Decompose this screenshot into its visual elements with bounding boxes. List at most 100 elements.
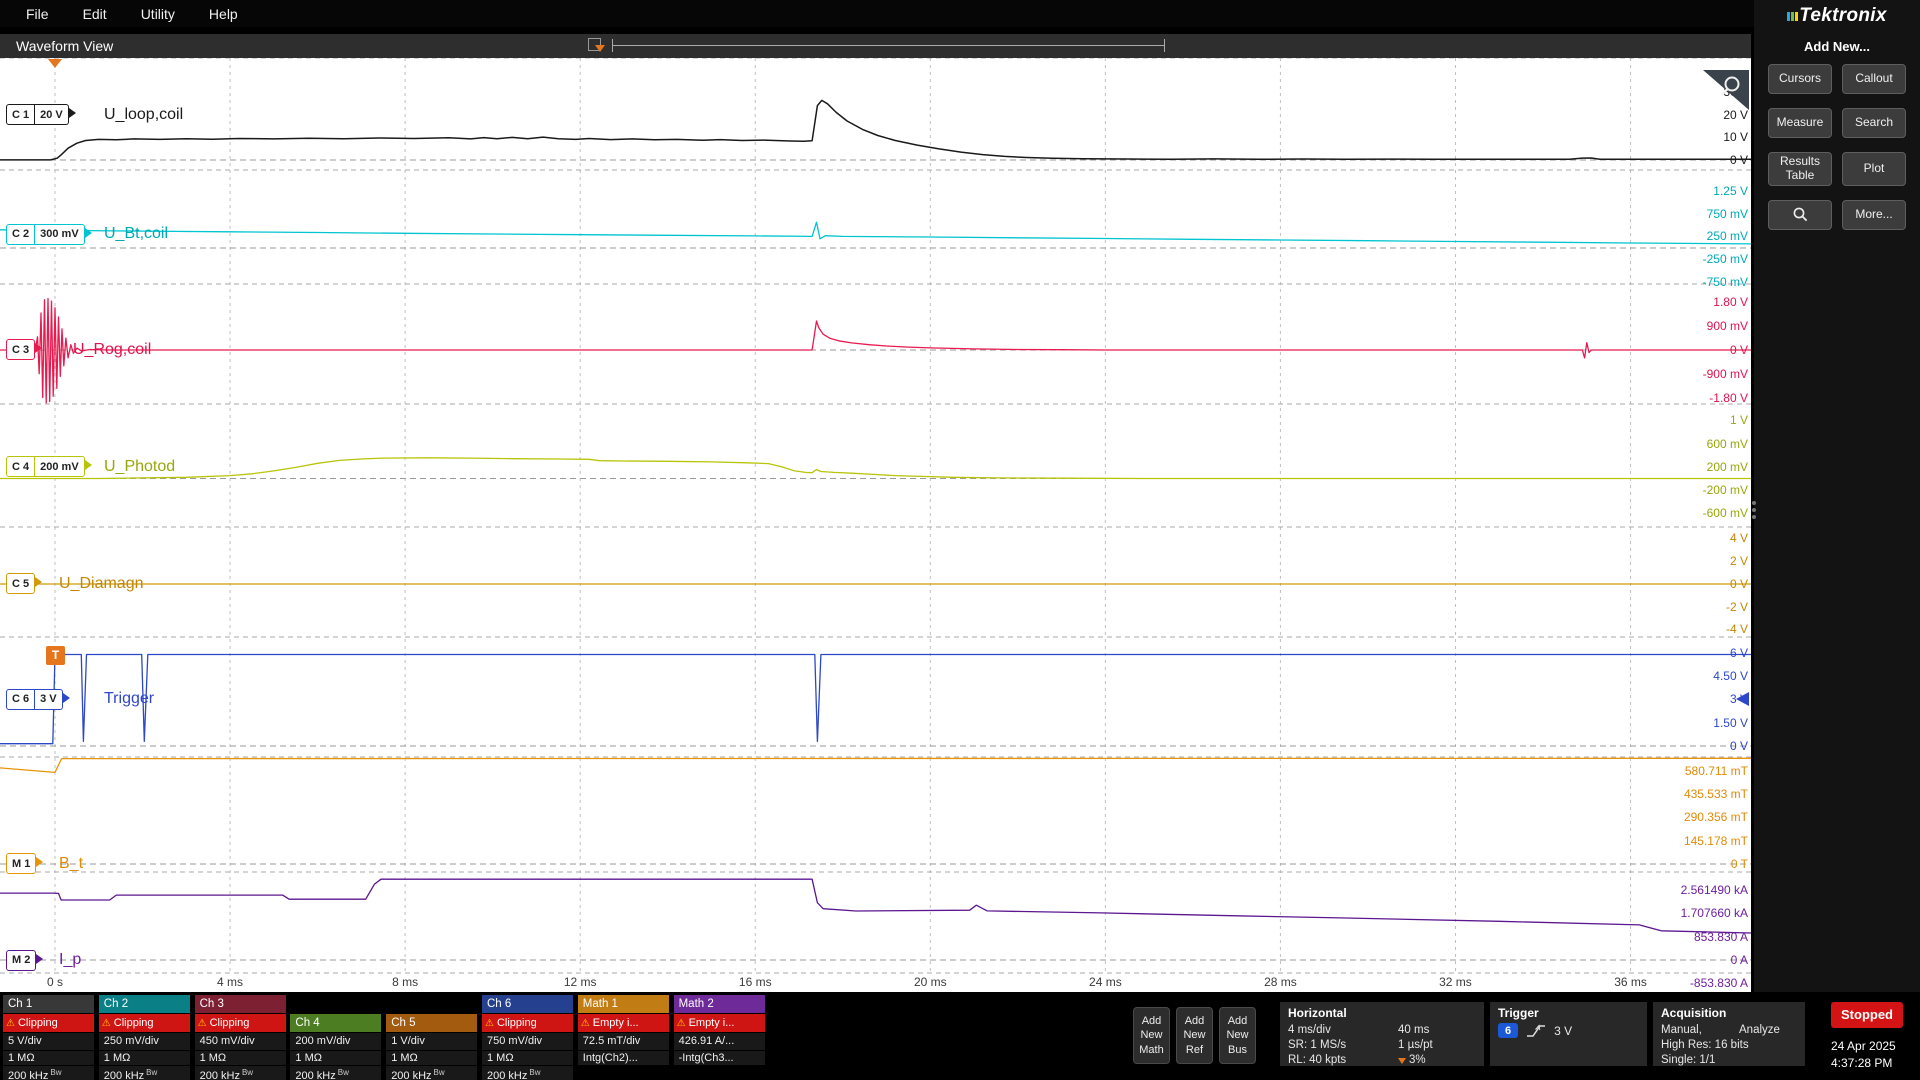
waveform-label-C6[interactable]: Trigger [104, 689, 154, 709]
more-button[interactable]: More... [1842, 200, 1906, 230]
trigger-position-marker[interactable] [48, 59, 62, 68]
badge-title: Math 1 [578, 995, 669, 1013]
plot-button[interactable]: Plot [1842, 152, 1906, 186]
badge-title: Ch 1 [3, 995, 94, 1013]
menu-edit[interactable]: Edit [73, 6, 117, 22]
waveform-label-C5[interactable]: U_Diamagn [59, 574, 143, 594]
plot-badge-label: C 4 [7, 457, 34, 476]
x-axis-label: 36 ms [1603, 975, 1659, 989]
trigger-source-badge: 6 [1498, 1023, 1518, 1038]
x-axis-label: 12 ms [552, 975, 608, 989]
scale-label-C3: 0 V [1540, 343, 1748, 357]
tek-logo-text: Tektronix [1799, 5, 1887, 26]
waveform-label-C3[interactable]: U_Rog,coil [73, 340, 151, 360]
badge-title: Ch 2 [99, 995, 190, 1013]
acquisition-resolution: High Res: 16 bits [1661, 1038, 1797, 1053]
badge-ch-6[interactable]: Ch 6⚠Clipping750 mV/div1 MΩ200 kHzBw [482, 994, 573, 1080]
plot-badge-C5[interactable]: C 5 [6, 573, 35, 594]
trigger-source-marker[interactable]: T [46, 646, 65, 665]
badge-math-2[interactable]: Math 2⚠Empty i...426.91 A/...-Intg(Ch3..… [674, 994, 765, 1080]
scale-label-M1: 145.178 mT [1540, 834, 1748, 848]
scale-label-C4: -600 mV [1540, 506, 1748, 520]
badge-ch-5[interactable]: Ch 51 V/div1 MΩ200 kHzBw [386, 994, 477, 1080]
minimap-record-window[interactable] [612, 39, 1165, 52]
badge-row: -Intg(Ch3... [674, 1051, 765, 1065]
zoom-tool-button[interactable] [1768, 200, 1832, 230]
waveform-label-M2[interactable]: I_p [59, 950, 81, 970]
waveform-label-M1[interactable]: B_t [59, 854, 83, 874]
measure-button[interactable]: Measure [1768, 108, 1832, 138]
bandwidth-suffix: Bw [242, 1068, 253, 1077]
badge-row: 1 MΩ [386, 1051, 477, 1065]
search-button[interactable]: Search [1842, 108, 1906, 138]
waveform-label-C1[interactable]: U_loop,coil [104, 105, 183, 125]
plot-badge-scale: 3 V [34, 690, 62, 709]
badge-title: Ch 4 [290, 1014, 381, 1032]
badge-ch-2[interactable]: Ch 2⚠Clipping250 mV/div1 MΩ200 kHzBw [99, 994, 190, 1080]
plot-badge-C3[interactable]: C 3 [6, 339, 35, 360]
panel-splitter-grip[interactable] [1752, 498, 1758, 522]
badge-row: 200 kHzBw [3, 1066, 94, 1080]
results-table-button[interactable]: Results Table [1768, 152, 1832, 186]
badge-row: 1 MΩ [290, 1051, 381, 1065]
cursors-button[interactable]: Cursors [1768, 64, 1832, 94]
scale-label-C6: 6 V [1540, 646, 1748, 660]
trigger-level-arrow[interactable] [1736, 692, 1749, 706]
badge-row: 750 mV/div [482, 1033, 573, 1050]
zoom-corner-icon[interactable] [1703, 70, 1749, 110]
acquisition-analyze: Analyze [1739, 1023, 1797, 1038]
waveform-label-C2[interactable]: U_Bt,coil [104, 224, 168, 244]
waveform-view-bar: Waveform View [0, 34, 1751, 58]
scale-label-C2: -750 mV [1540, 275, 1748, 289]
plot-badge-tip [85, 460, 92, 470]
badge-row: 200 kHzBw [195, 1066, 286, 1080]
plot-badge-tip [35, 577, 42, 587]
waveform-label-C4[interactable]: U_Photod [104, 457, 175, 477]
badge-math-1[interactable]: Math 1⚠Empty i...72.5 mT/divIntg(Ch2)... [578, 994, 669, 1080]
badge-row: 250 mV/div [99, 1033, 190, 1050]
sidebar-button-grid: Cursors Callout Measure Search Results Table… [1754, 64, 1920, 230]
add-new-bus-button[interactable]: Add New Bus [1219, 1007, 1256, 1064]
badge-ch-4[interactable]: Ch 4200 mV/div1 MΩ200 kHzBw [290, 994, 381, 1080]
horizontal-minimap[interactable] [588, 37, 1170, 55]
menu-utility[interactable]: Utility [131, 6, 185, 22]
view-title: Waveform View [16, 38, 113, 54]
trigger-position-percent: 3% [1409, 1053, 1426, 1068]
plot-badge-M2[interactable]: M 2 [6, 950, 36, 971]
menu-help[interactable]: Help [199, 6, 248, 22]
acquisition-mode: Manual, [1661, 1023, 1739, 1038]
plot-badge-C6[interactable]: C 63 V [6, 689, 63, 710]
stopped-button[interactable]: Stopped [1831, 1002, 1903, 1028]
callout-button[interactable]: Callout [1842, 64, 1906, 94]
badge-warning: ⚠Clipping [482, 1014, 573, 1032]
plot-badge-C4[interactable]: C 4200 mV [6, 456, 85, 477]
record-length: RL: 40 kpts [1288, 1053, 1398, 1068]
x-axis-label: 16 ms [727, 975, 783, 989]
add-new-ref-button[interactable]: Add New Ref [1176, 1007, 1213, 1064]
badge-row: 1 MΩ [3, 1051, 94, 1065]
badge-ch-3[interactable]: Ch 3⚠Clipping450 mV/div1 MΩ200 kHzBw [195, 994, 286, 1080]
scale-label-M1: 580.711 mT [1540, 764, 1748, 778]
plot-badge-label: M 1 [7, 854, 35, 873]
horizontal-panel[interactable]: Horizontal 4 ms/div40 ms SR: 1 MS/s1 µs/… [1280, 1002, 1484, 1066]
plot-badge-label: C 2 [7, 225, 34, 244]
scale-label-M2: 2.561490 kA [1540, 883, 1748, 897]
plot-badge-C2[interactable]: C 2300 mV [6, 224, 85, 245]
plot-badge-C1[interactable]: C 120 V [6, 104, 69, 125]
rising-edge-icon [1526, 1024, 1546, 1038]
acquisition-panel[interactable]: Acquisition Manual,Analyze High Res: 16 … [1653, 1002, 1805, 1066]
add-new-math-button[interactable]: Add New Math [1133, 1007, 1170, 1064]
minimap-line [613, 45, 1164, 46]
menu-file[interactable]: File [16, 6, 59, 22]
trigger-panel[interactable]: Trigger 6 3 V [1490, 1002, 1647, 1066]
horizontal-scale: 4 ms/div [1288, 1023, 1398, 1038]
badge-title: Ch 3 [195, 995, 286, 1013]
scale-label-C2: 250 mV [1540, 229, 1748, 243]
magnifier-icon [1792, 206, 1809, 223]
scale-label-M2: 853.830 A [1540, 930, 1748, 944]
badge-ch-1[interactable]: Ch 1⚠Clipping5 V/div1 MΩ200 kHzBw [3, 994, 94, 1080]
badge-row: 200 kHzBw [482, 1066, 573, 1080]
plot-badge-M1[interactable]: M 1 [6, 853, 36, 874]
datetime-display: 24 Apr 2025 4:37:28 PM [1831, 1038, 1896, 1072]
badge-row: 5 V/div [3, 1033, 94, 1050]
